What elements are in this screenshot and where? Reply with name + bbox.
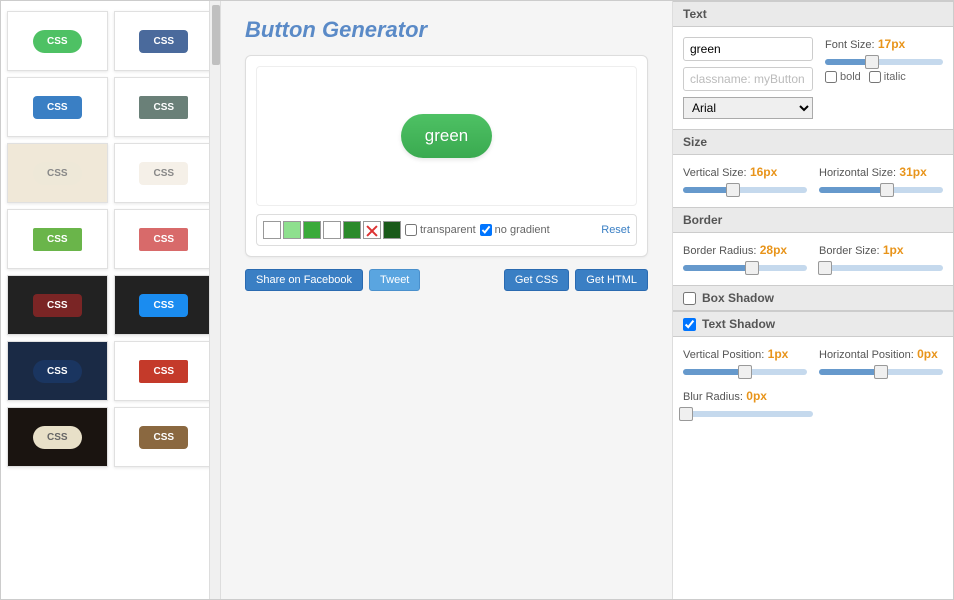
ts-vpos-slider[interactable] bbox=[683, 369, 807, 375]
ts-hpos-value: 0px bbox=[917, 347, 938, 361]
transparent-checkbox[interactable]: transparent bbox=[405, 224, 476, 236]
preview-canvas: green bbox=[256, 66, 637, 206]
ts-hpos-slider[interactable] bbox=[819, 369, 943, 375]
ts-blur-slider[interactable] bbox=[683, 411, 813, 417]
get-html-button[interactable]: Get HTML bbox=[575, 269, 648, 291]
reset-link[interactable]: Reset bbox=[601, 224, 630, 236]
font-size-label: Font Size: bbox=[825, 39, 875, 51]
main-column: Button Generator green transparent no gr… bbox=[221, 1, 673, 599]
vsize-label: Vertical Size: bbox=[683, 167, 747, 179]
sidebar-scrollbar[interactable] bbox=[209, 1, 221, 599]
color-swatch[interactable] bbox=[323, 221, 341, 239]
preset-thumb[interactable]: CSS bbox=[7, 77, 108, 137]
preset-thumb[interactable]: CSS bbox=[114, 77, 215, 137]
share-facebook-button[interactable]: Share on Facebook bbox=[245, 269, 363, 291]
border-size-label: Border Size: bbox=[819, 245, 880, 257]
scroll-thumb[interactable] bbox=[212, 5, 220, 65]
ts-blur-label: Blur Radius: bbox=[683, 391, 743, 403]
preset-thumb[interactable]: CSS bbox=[114, 11, 215, 71]
section-box-shadow-heading[interactable]: Box Shadow bbox=[673, 285, 953, 311]
border-radius-value: 28px bbox=[760, 243, 787, 257]
preset-sidebar: CSSCSSCSSCSSCSSCSSCSSCSSCSSCSSCSSCSSCSSC… bbox=[1, 1, 221, 599]
font-family-select[interactable]: Arial bbox=[683, 97, 813, 119]
action-row: Share on Facebook Tweet Get CSS Get HTML bbox=[245, 269, 648, 291]
color-swatch[interactable] bbox=[383, 221, 401, 239]
bold-checkbox[interactable]: bold bbox=[825, 71, 861, 83]
preset-thumb[interactable]: CSS bbox=[114, 407, 215, 467]
text-shadow-checkbox[interactable] bbox=[683, 318, 696, 331]
ts-hpos-label: Horizontal Position: bbox=[819, 349, 914, 361]
no-gradient-label: no gradient bbox=[495, 224, 550, 236]
ts-blur-value: 0px bbox=[746, 389, 767, 403]
preset-thumb[interactable]: CSS bbox=[7, 341, 108, 401]
border-size-value: 1px bbox=[883, 243, 904, 257]
font-size-value: 17px bbox=[878, 37, 905, 51]
preview-button[interactable]: green bbox=[401, 114, 492, 158]
preset-thumb[interactable]: CSS bbox=[7, 11, 108, 71]
settings-panel: Text Arial Font Size: 17px bold italic bbox=[673, 1, 953, 599]
preset-thumb[interactable]: CSS bbox=[7, 407, 108, 467]
box-shadow-checkbox[interactable] bbox=[683, 292, 696, 305]
hsize-slider[interactable] bbox=[819, 187, 943, 193]
tweet-button[interactable]: Tweet bbox=[369, 269, 420, 291]
vsize-value: 16px bbox=[750, 165, 777, 179]
section-text-heading: Text bbox=[673, 1, 953, 27]
color-palette-row: transparent no gradient Reset bbox=[256, 214, 637, 246]
ts-vpos-value: 1px bbox=[768, 347, 789, 361]
preset-thumb[interactable]: CSS bbox=[114, 341, 215, 401]
italic-checkbox[interactable]: italic bbox=[869, 71, 906, 83]
classname-input[interactable] bbox=[683, 67, 813, 91]
section-text-shadow-heading[interactable]: Text Shadow bbox=[673, 311, 953, 337]
color-swatch[interactable] bbox=[303, 221, 321, 239]
hsize-value: 31px bbox=[899, 165, 926, 179]
border-size-slider[interactable] bbox=[819, 265, 943, 271]
color-swatch[interactable] bbox=[363, 221, 381, 239]
border-radius-slider[interactable] bbox=[683, 265, 807, 271]
border-radius-label: Border Radius: bbox=[683, 245, 756, 257]
section-border-heading: Border bbox=[673, 207, 953, 233]
preset-thumb[interactable]: CSS bbox=[7, 143, 108, 203]
button-text-input[interactable] bbox=[683, 37, 813, 61]
ts-vpos-label: Vertical Position: bbox=[683, 349, 764, 361]
color-swatch[interactable] bbox=[283, 221, 301, 239]
preview-panel: green transparent no gradient Reset bbox=[245, 55, 648, 257]
vsize-slider[interactable] bbox=[683, 187, 807, 193]
color-swatch[interactable] bbox=[343, 221, 361, 239]
font-size-slider[interactable] bbox=[825, 59, 943, 65]
preset-grid: CSSCSSCSSCSSCSSCSSCSSCSSCSSCSSCSSCSSCSSC… bbox=[7, 11, 214, 467]
preset-thumb[interactable]: CSS bbox=[114, 275, 215, 335]
preset-thumb[interactable]: CSS bbox=[7, 275, 108, 335]
page-title: Button Generator bbox=[245, 17, 648, 43]
preset-thumb[interactable]: CSS bbox=[114, 209, 215, 269]
section-size-heading: Size bbox=[673, 129, 953, 155]
app-root: CSSCSSCSSCSSCSSCSSCSSCSSCSSCSSCSSCSSCSSC… bbox=[0, 0, 954, 600]
color-swatch[interactable] bbox=[263, 221, 281, 239]
get-css-button[interactable]: Get CSS bbox=[504, 269, 569, 291]
transparent-label: transparent bbox=[420, 224, 476, 236]
preset-thumb[interactable]: CSS bbox=[114, 143, 215, 203]
no-gradient-checkbox[interactable]: no gradient bbox=[480, 224, 550, 236]
hsize-label: Horizontal Size: bbox=[819, 167, 896, 179]
preset-thumb[interactable]: CSS bbox=[7, 209, 108, 269]
